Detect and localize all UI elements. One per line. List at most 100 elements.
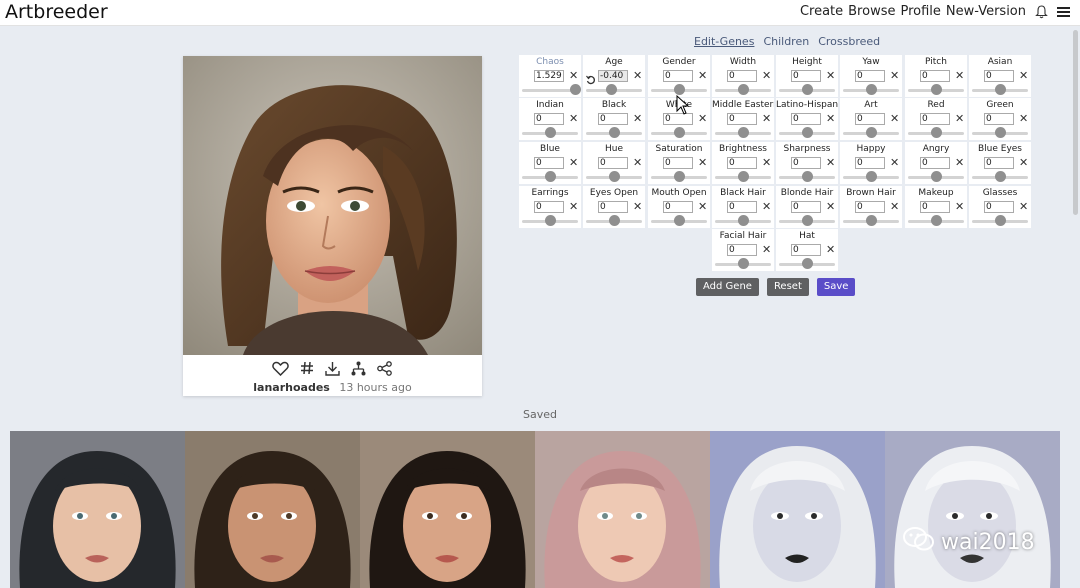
- page-scrollbar[interactable]: [1073, 30, 1078, 215]
- clear-gene-icon[interactable]: ✕: [633, 69, 642, 82]
- gene-value-input[interactable]: 0: [791, 157, 821, 169]
- gene-value-input[interactable]: 0: [791, 70, 821, 82]
- clear-gene-icon[interactable]: ✕: [955, 69, 964, 82]
- clear-gene-icon[interactable]: ✕: [698, 112, 707, 125]
- gene-value-input[interactable]: 0: [663, 157, 693, 169]
- gene-slider-handle[interactable]: [801, 127, 813, 138]
- gene-value-input[interactable]: 0: [855, 113, 885, 125]
- gene-value-input[interactable]: 0: [920, 113, 950, 125]
- download-icon[interactable]: [324, 359, 342, 377]
- gene-value-input[interactable]: 0: [855, 70, 885, 82]
- saved-thumbnail[interactable]: [185, 431, 360, 588]
- gene-slider-handle[interactable]: [673, 84, 685, 95]
- clear-gene-icon[interactable]: ✕: [569, 156, 578, 169]
- gene-value-input[interactable]: 0: [598, 157, 628, 169]
- gene-value-input[interactable]: 0: [791, 244, 821, 256]
- gene-value-input[interactable]: 0: [984, 157, 1014, 169]
- gene-slider-handle[interactable]: [865, 84, 877, 95]
- clear-gene-icon[interactable]: ✕: [890, 112, 899, 125]
- gene-value-input[interactable]: 0: [791, 113, 821, 125]
- hashtag-icon[interactable]: [298, 359, 316, 377]
- clear-gene-icon[interactable]: ✕: [762, 156, 771, 169]
- creator-username[interactable]: lanarhoades: [253, 381, 330, 394]
- gene-value-input[interactable]: 0: [920, 70, 950, 82]
- tab-edit-genes[interactable]: Edit-Genes: [694, 35, 754, 48]
- gene-value-input[interactable]: 0: [727, 70, 757, 82]
- share-icon[interactable]: [376, 359, 394, 377]
- clear-gene-icon[interactable]: ✕: [569, 112, 578, 125]
- clear-gene-icon[interactable]: ✕: [890, 200, 899, 213]
- nav-profile[interactable]: Profile: [900, 4, 940, 19]
- gene-slider-handle[interactable]: [865, 127, 877, 138]
- clear-gene-icon[interactable]: ✕: [569, 69, 578, 82]
- gene-slider-handle[interactable]: [737, 127, 749, 138]
- saved-thumbnail[interactable]: [10, 431, 185, 588]
- gene-slider-handle[interactable]: [930, 215, 942, 226]
- gene-value-input[interactable]: 1.529: [534, 70, 564, 82]
- gene-slider-handle[interactable]: [737, 171, 749, 182]
- add-gene-button[interactable]: Add Gene: [696, 278, 759, 296]
- reset-button[interactable]: Reset: [766, 278, 809, 296]
- gene-value-input[interactable]: 0: [984, 70, 1014, 82]
- saved-thumbnail[interactable]: [885, 431, 1060, 588]
- clear-gene-icon[interactable]: ✕: [762, 200, 771, 213]
- gene-slider-handle[interactable]: [865, 215, 877, 226]
- saved-thumbnail[interactable]: [710, 431, 885, 588]
- gene-value-input[interactable]: 0: [920, 201, 950, 213]
- gene-slider-handle[interactable]: [930, 127, 942, 138]
- clear-gene-icon[interactable]: ✕: [569, 200, 578, 213]
- clear-gene-icon[interactable]: ✕: [826, 200, 835, 213]
- save-button[interactable]: Save: [816, 278, 856, 296]
- lineage-icon[interactable]: [350, 359, 368, 377]
- gene-slider-handle[interactable]: [737, 215, 749, 226]
- clear-gene-icon[interactable]: ✕: [698, 69, 707, 82]
- clear-gene-icon[interactable]: ✕: [1019, 200, 1028, 213]
- nav-new-version[interactable]: New-Version: [946, 4, 1026, 19]
- undo-icon[interactable]: [586, 70, 596, 85]
- clear-gene-icon[interactable]: ✕: [762, 69, 771, 82]
- gene-value-input[interactable]: 0: [920, 157, 950, 169]
- clear-gene-icon[interactable]: ✕: [762, 243, 771, 256]
- gene-slider-handle[interactable]: [801, 171, 813, 182]
- gene-slider-handle[interactable]: [737, 84, 749, 95]
- gene-slider-handle[interactable]: [673, 127, 685, 138]
- gene-value-input[interactable]: 0: [663, 201, 693, 213]
- gene-value-input[interactable]: 0: [984, 113, 1014, 125]
- gene-value-input[interactable]: -0.40: [598, 70, 628, 82]
- saved-thumbnail[interactable]: [360, 431, 535, 588]
- clear-gene-icon[interactable]: ✕: [698, 200, 707, 213]
- gene-value-input[interactable]: 0: [598, 201, 628, 213]
- heart-icon[interactable]: [272, 359, 290, 377]
- clear-gene-icon[interactable]: ✕: [826, 69, 835, 82]
- gene-value-input[interactable]: 0: [663, 70, 693, 82]
- gene-value-input[interactable]: 0: [534, 201, 564, 213]
- clear-gene-icon[interactable]: ✕: [762, 112, 771, 125]
- gene-slider-handle[interactable]: [544, 215, 556, 226]
- gene-slider-handle[interactable]: [994, 127, 1006, 138]
- clear-gene-icon[interactable]: ✕: [890, 156, 899, 169]
- gene-value-input[interactable]: 0: [727, 244, 757, 256]
- clear-gene-icon[interactable]: ✕: [890, 69, 899, 82]
- gene-slider-handle[interactable]: [673, 171, 685, 182]
- clear-gene-icon[interactable]: ✕: [633, 156, 642, 169]
- nav-create[interactable]: Create: [800, 4, 843, 19]
- nav-browse[interactable]: Browse: [848, 4, 895, 19]
- gene-slider-handle[interactable]: [569, 84, 581, 95]
- saved-thumbnail[interactable]: [535, 431, 710, 588]
- gene-value-input[interactable]: 0: [534, 157, 564, 169]
- gene-slider-handle[interactable]: [801, 84, 813, 95]
- gene-value-input[interactable]: 0: [727, 113, 757, 125]
- gene-slider-handle[interactable]: [994, 171, 1006, 182]
- gene-slider-handle[interactable]: [994, 84, 1006, 95]
- clear-gene-icon[interactable]: ✕: [955, 112, 964, 125]
- gene-slider-handle[interactable]: [994, 215, 1006, 226]
- gene-slider-handle[interactable]: [930, 171, 942, 182]
- clear-gene-icon[interactable]: ✕: [633, 112, 642, 125]
- gene-value-input[interactable]: 0: [727, 201, 757, 213]
- menu-icon[interactable]: [1056, 5, 1070, 19]
- gene-slider-handle[interactable]: [801, 215, 813, 226]
- gene-slider-handle[interactable]: [865, 171, 877, 182]
- tab-crossbreed[interactable]: Crossbreed: [818, 35, 880, 48]
- app-logo[interactable]: Artbreeder: [5, 1, 108, 23]
- clear-gene-icon[interactable]: ✕: [1019, 69, 1028, 82]
